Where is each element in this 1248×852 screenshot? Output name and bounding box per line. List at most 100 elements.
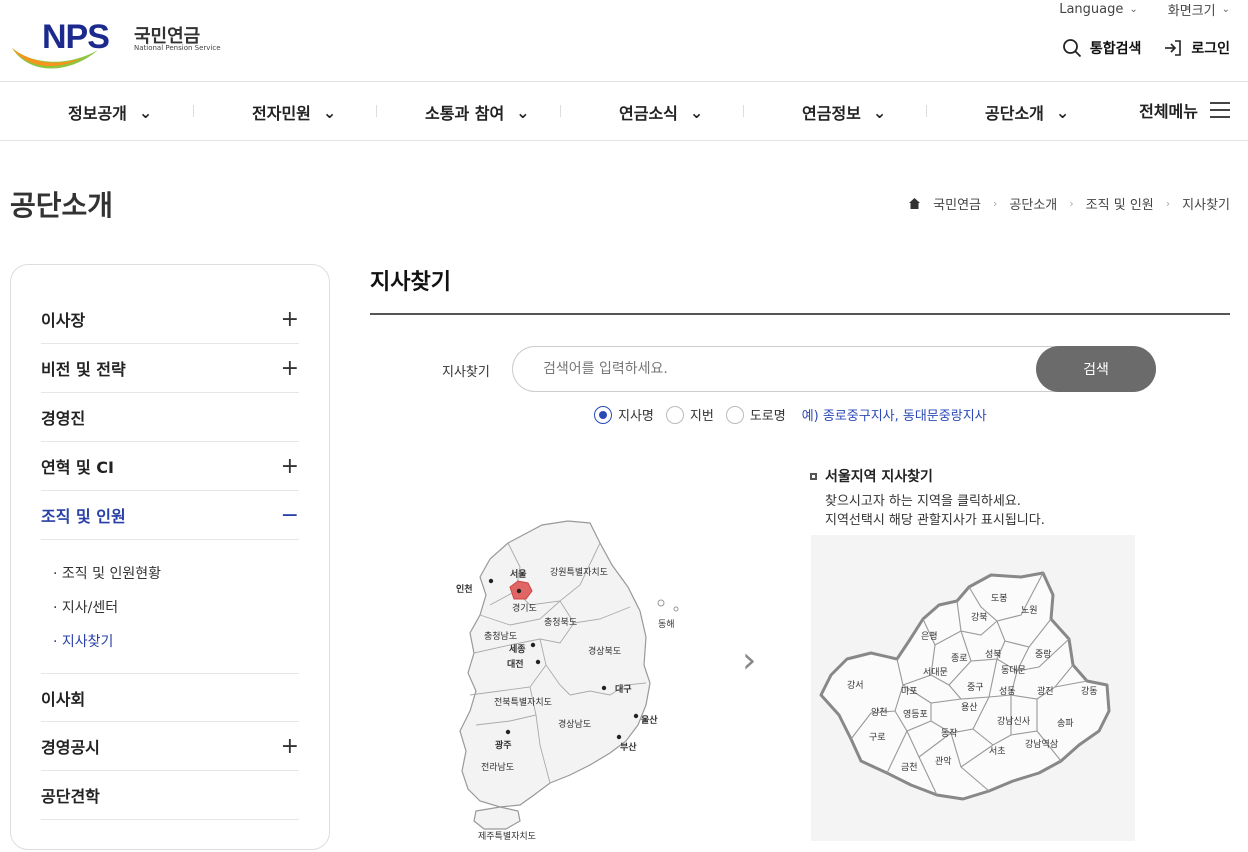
lnb-item-executives[interactable]: 경영진 xyxy=(41,393,299,442)
radio-icon xyxy=(725,405,744,424)
chevron-right-icon: › xyxy=(993,197,998,210)
gnb-label: 연금소식 xyxy=(619,104,678,123)
lnb-sub-item-branches[interactable]: · 지사/센터 xyxy=(53,597,118,617)
radio-road-name[interactable]: 도로명 xyxy=(725,405,786,424)
breadcrumb-item[interactable]: 조직 및 인원 xyxy=(1086,194,1154,213)
page-title: 공단소개 xyxy=(10,189,114,222)
seoul-map[interactable]: 도봉 노원 강북 은평 성북 중랑 종로 동대문 서대문 강서 마포 중구 성동… xyxy=(811,535,1135,841)
map-label-gyeongbuk: 경상북도 xyxy=(588,645,621,657)
chevron-down-icon: ⌄ xyxy=(1055,102,1070,122)
plus-icon[interactable]: + xyxy=(281,307,299,332)
gnb-item-about[interactable]: 공단소개 ⌄ xyxy=(985,100,1069,124)
district-label[interactable]: 용산 xyxy=(961,702,978,713)
logo-english: National Pension Service xyxy=(134,44,221,52)
gnb-item-info-disclosure[interactable]: 정보공개 ⌄ xyxy=(68,100,152,124)
district-label[interactable]: 구로 xyxy=(869,732,886,743)
plus-icon[interactable]: + xyxy=(281,356,299,381)
lnb-label: 연혁 및 CI xyxy=(41,458,114,477)
minus-icon[interactable]: − xyxy=(281,503,299,528)
district-label[interactable]: 양천 xyxy=(871,707,888,718)
district-label[interactable]: 동대문 xyxy=(1001,665,1026,676)
plus-icon[interactable]: + xyxy=(281,454,299,479)
map-label-gyeonggi: 경기도 xyxy=(512,602,537,614)
district-label[interactable]: 송파 xyxy=(1057,718,1074,729)
district-label[interactable]: 마포 xyxy=(901,686,918,697)
district-label[interactable]: 관악 xyxy=(935,755,952,767)
radio-branch-name[interactable]: 지사명 xyxy=(594,405,654,424)
lnb-item-history[interactable]: 연혁 및 CI + xyxy=(41,442,299,491)
square-bullet-icon xyxy=(810,472,817,480)
district-label[interactable]: 강동 xyxy=(1081,686,1098,697)
radio-selected-icon xyxy=(594,405,612,424)
jeju-region[interactable] xyxy=(473,806,521,830)
district-label[interactable]: 강서 xyxy=(847,680,864,691)
district-label[interactable]: 은평 xyxy=(921,631,938,642)
seoul-heading-text: 서울지역 지사찾기 xyxy=(825,469,933,485)
lnb-sub-item-find-branch[interactable]: · 지사찾기 xyxy=(53,631,113,651)
district-label[interactable]: 서대문 xyxy=(923,667,948,678)
utility-top: Language ⌄ 화면크기 ⌄ xyxy=(1059,0,1230,19)
map-label-jeju: 제주특별자치도 xyxy=(478,830,536,842)
chevron-down-icon: ⌄ xyxy=(1129,4,1138,15)
lnb-item-disclosure[interactable]: 경영공시 + xyxy=(41,722,299,771)
lnb-sub-item-org-status[interactable]: · 조직 및 인원현황 xyxy=(53,563,161,583)
gnb-label: 정보공개 xyxy=(68,104,127,123)
gnb-label: 연금정보 xyxy=(802,104,861,123)
district-label[interactable]: 도봉 xyxy=(991,593,1008,604)
integrated-search-label: 통합검색 xyxy=(1089,41,1142,57)
district-label[interactable]: 노원 xyxy=(1021,605,1038,616)
district-label[interactable]: 광진 xyxy=(1037,685,1054,697)
lnb-item-organization[interactable]: 조직 및 인원 − xyxy=(41,491,299,540)
global-navigation: 정보공개 ⌄ 전자민원 ⌄ 소통과 참여 ⌄ 연금소식 ⌄ 연금정보 ⌄ 공단소개 ⌄ 전체… xyxy=(0,82,1248,141)
language-label: Language xyxy=(1059,2,1124,17)
korea-map[interactable]: 서울 인천 경기도 강원특별자치도 충청북도 충청남도 세종 대전 경상북도 대… xyxy=(450,515,680,852)
gnb-item-e-civil[interactable]: 전자민원 ⌄ xyxy=(252,100,336,124)
district-label[interactable]: 성북 xyxy=(985,649,1002,660)
district-label[interactable]: 성동 xyxy=(999,686,1016,697)
district-label[interactable]: 강북 xyxy=(971,612,988,623)
map-label-east-sea: 동해 xyxy=(658,619,675,630)
integrated-search-button[interactable]: 통합검색 xyxy=(1062,38,1142,58)
district-label[interactable]: 중구 xyxy=(967,682,984,693)
search-button[interactable]: 검색 xyxy=(1036,346,1156,392)
gnb-item-participation[interactable]: 소통과 참여 ⌄ xyxy=(425,100,530,124)
nps-logo[interactable]: NPS 국민연금 National Pension Service xyxy=(10,18,221,74)
branch-search-input[interactable] xyxy=(543,358,1023,380)
lnb-item-board[interactable]: 이사회 xyxy=(41,673,299,722)
lnb-item-chairman[interactable]: 이사장 + xyxy=(41,295,299,344)
gnb-item-pension-info[interactable]: 연금정보 ⌄ xyxy=(802,100,886,124)
lnb-item-vision[interactable]: 비전 및 전략 + xyxy=(41,344,299,393)
font-size-select[interactable]: 화면크기 ⌄ xyxy=(1168,0,1230,19)
lnb-label: 공단견학 xyxy=(41,787,100,806)
lnb-item-tour[interactable]: 공단견학 xyxy=(41,771,299,820)
divider xyxy=(926,105,927,117)
lnb-label: 경영진 xyxy=(41,409,86,428)
district-label[interactable]: 강남역삼 xyxy=(1025,739,1058,750)
map-label-jeonnam: 전라남도 xyxy=(481,762,514,773)
radio-lot-number[interactable]: 지번 xyxy=(665,405,714,424)
map-label-ulsan: 울산 xyxy=(641,714,658,726)
district-label[interactable]: 서초 xyxy=(989,746,1006,757)
lnb-label: 이사회 xyxy=(41,689,86,709)
content-title: 지사찾기 xyxy=(370,270,451,295)
all-menu-button[interactable]: 전체메뉴 xyxy=(1139,98,1230,122)
language-select[interactable]: Language ⌄ xyxy=(1059,0,1138,19)
map-label-gwangju: 광주 xyxy=(495,739,512,751)
district-label[interactable]: 영등포 xyxy=(903,709,928,720)
radio-icon xyxy=(665,405,684,424)
plus-icon[interactable]: + xyxy=(281,734,299,759)
district-label[interactable]: 금천 xyxy=(901,762,918,773)
gnb-item-pension-news[interactable]: 연금소식 ⌄ xyxy=(619,100,703,124)
login-button[interactable]: 로그인 xyxy=(1163,38,1230,58)
breadcrumb-item[interactable]: 공단소개 xyxy=(1009,194,1057,213)
utility-main: 통합검색 로그인 xyxy=(1062,38,1230,58)
gnb-label: 소통과 참여 xyxy=(425,104,505,123)
district-label[interactable]: 강남신사 xyxy=(997,716,1031,727)
map-label-busan: 부산 xyxy=(620,741,637,753)
login-label: 로그인 xyxy=(1191,41,1230,57)
district-label[interactable]: 동작 xyxy=(941,728,958,739)
home-icon[interactable] xyxy=(908,197,921,210)
district-label[interactable]: 중랑 xyxy=(1035,648,1052,660)
district-label[interactable]: 종로 xyxy=(951,653,968,664)
breadcrumb-item[interactable]: 국민연금 xyxy=(933,194,981,213)
